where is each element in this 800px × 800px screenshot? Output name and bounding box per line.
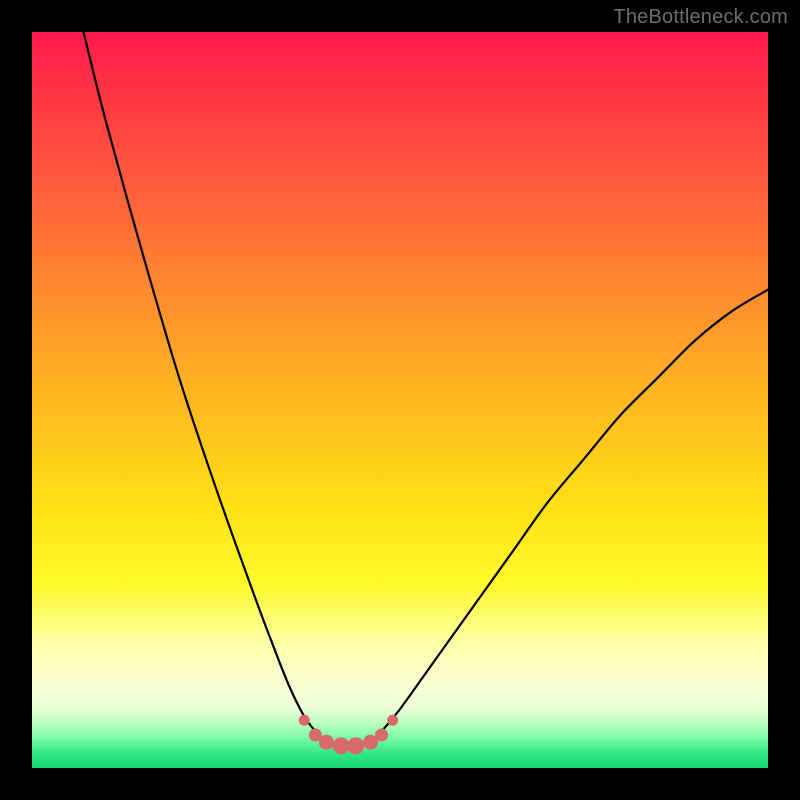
attribution-label: TheBottleneck.com	[613, 6, 788, 29]
outer-frame: TheBottleneck.com	[0, 0, 800, 800]
bottleneck-marker	[375, 728, 388, 741]
bottleneck-marker	[387, 715, 398, 726]
bottleneck-marker-group	[299, 715, 398, 755]
bottleneck-marker	[347, 737, 364, 754]
bottleneck-curve-path	[84, 32, 769, 746]
bottleneck-marker	[333, 737, 350, 754]
bottleneck-marker	[319, 735, 334, 750]
plot-area	[32, 32, 768, 768]
bottleneck-marker	[299, 715, 310, 726]
curve-layer	[32, 32, 768, 768]
